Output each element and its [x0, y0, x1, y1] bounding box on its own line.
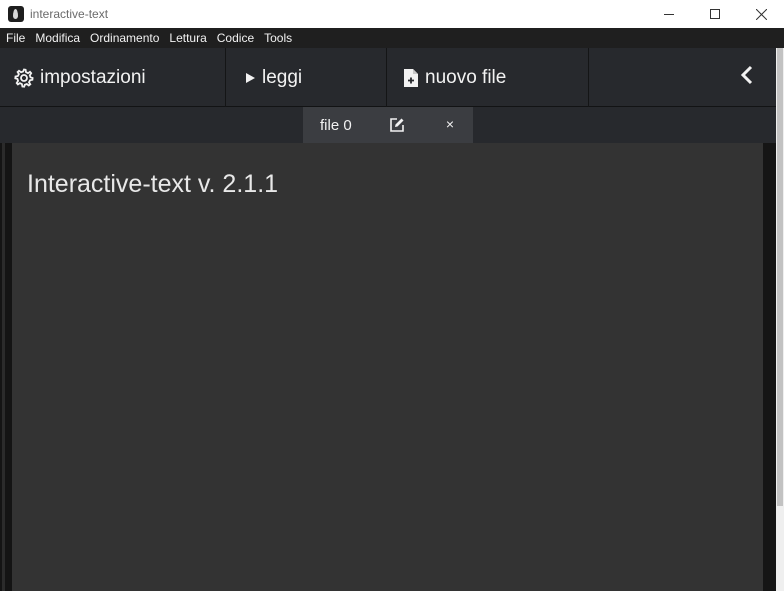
- file-plus-icon: [403, 68, 419, 88]
- vertical-scrollbar[interactable]: [776, 48, 784, 591]
- menu-file[interactable]: File: [1, 28, 30, 48]
- close-icon: [755, 8, 767, 20]
- menu-lettura[interactable]: Lettura: [164, 28, 211, 48]
- document-title: Interactive-text v. 2.1.1: [27, 170, 279, 198]
- menu-ordinamento[interactable]: Ordinamento: [85, 28, 164, 48]
- app-logo-icon: [8, 6, 24, 22]
- collapse-button[interactable]: [589, 48, 776, 107]
- tab-label: file 0: [320, 116, 352, 134]
- menu-modifica[interactable]: Modifica: [30, 28, 85, 48]
- edit-icon[interactable]: [389, 117, 405, 133]
- menu-tools[interactable]: Tools: [259, 28, 297, 48]
- minimize-button[interactable]: [646, 0, 692, 28]
- read-label: leggi: [262, 66, 303, 88]
- settings-button[interactable]: impostazioni: [0, 48, 226, 107]
- right-gutter: [763, 143, 776, 591]
- menu-bar: File Modifica Ordinamento Lettura Codice…: [0, 28, 784, 48]
- window-controls: [646, 0, 784, 28]
- window-titlebar: interactive-text: [0, 0, 784, 28]
- tab-strip: file 0 ×: [0, 107, 776, 143]
- document-view: Interactive-text v. 2.1.1: [12, 143, 763, 591]
- maximize-icon: [710, 9, 720, 19]
- chevron-left-icon: [740, 65, 754, 91]
- scrollbar-thumb[interactable]: [777, 48, 783, 506]
- new-file-label: nuovo file: [425, 66, 507, 88]
- main-toolbar: impostazioni leggi nuovo file: [0, 48, 776, 107]
- maximize-button[interactable]: [692, 0, 738, 28]
- tab-close-icon[interactable]: ×: [443, 116, 457, 132]
- read-button[interactable]: leggi: [226, 48, 387, 107]
- gear-icon: [14, 67, 34, 88]
- tab-file-0[interactable]: file 0 ×: [303, 107, 473, 143]
- close-button[interactable]: [738, 0, 784, 28]
- settings-label: impostazioni: [40, 66, 146, 88]
- minimize-icon: [664, 14, 674, 15]
- menu-codice[interactable]: Codice: [212, 28, 259, 48]
- left-gutter: [0, 143, 12, 591]
- new-file-button[interactable]: nuovo file: [387, 48, 589, 107]
- window-title: interactive-text: [30, 7, 109, 21]
- play-icon: [244, 71, 256, 85]
